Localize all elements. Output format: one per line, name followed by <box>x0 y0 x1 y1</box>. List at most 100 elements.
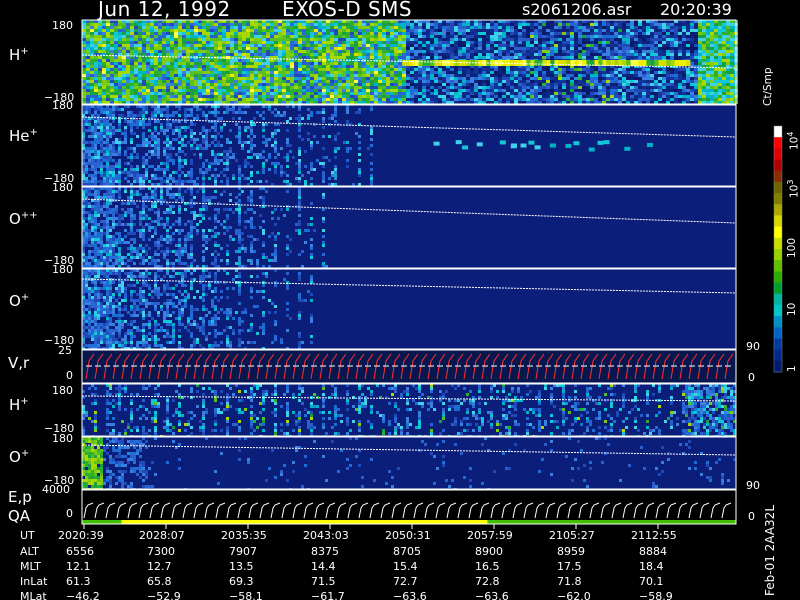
heat-cell <box>690 50 694 53</box>
heat-cell <box>226 98 230 101</box>
heat-cell <box>174 47 178 50</box>
heat-cell <box>486 23 490 26</box>
heat-cell <box>222 80 226 83</box>
heat-cell <box>202 50 206 53</box>
heat-cell <box>690 68 694 71</box>
heat-cell <box>106 65 110 68</box>
heat-cell <box>318 86 322 89</box>
heat-cell <box>134 68 138 71</box>
heat-cell <box>430 74 434 77</box>
heat-cell <box>710 71 714 74</box>
heat-cell <box>666 89 670 92</box>
heat-cell <box>478 26 482 29</box>
heat-cell <box>638 41 642 44</box>
heat-cell <box>502 89 506 92</box>
heat-cell <box>114 80 118 83</box>
heat-cell <box>710 74 714 77</box>
heat-cell <box>126 65 130 68</box>
heat-cell <box>478 47 482 50</box>
heat-cell <box>630 50 634 53</box>
heat-cell <box>274 71 278 74</box>
heat-cell <box>666 44 670 47</box>
heat-cell <box>670 26 674 29</box>
heat-cell <box>134 29 138 32</box>
heat-cell <box>330 41 334 44</box>
heat-cell <box>678 29 682 32</box>
heat-cell <box>526 53 530 56</box>
heat-cell <box>186 38 190 41</box>
heat-cell <box>662 92 666 95</box>
heat-cell <box>658 68 662 71</box>
heat-cell <box>578 56 582 59</box>
heat-cell <box>118 147 121 150</box>
heat-cell <box>426 32 430 35</box>
heat-cell <box>97 138 100 141</box>
heat-cell <box>506 80 510 83</box>
heat-cell <box>438 56 442 59</box>
heat-cell <box>330 80 334 83</box>
heat-cell <box>130 38 134 41</box>
heat-cell <box>538 35 542 38</box>
heat-cell <box>402 44 406 47</box>
heat-cell <box>642 80 646 83</box>
heat-cell <box>198 65 202 68</box>
heat-cell <box>346 80 350 83</box>
heat-cell <box>606 77 610 80</box>
heat-cell <box>634 98 638 101</box>
heat-cell <box>94 123 97 126</box>
heat-cell <box>170 29 174 32</box>
heat-cell <box>434 92 438 95</box>
heat-cell <box>115 177 118 180</box>
heat-cell <box>390 95 394 98</box>
heat-cell <box>122 59 126 62</box>
heat-cell <box>566 74 570 77</box>
heat-cell <box>366 38 370 41</box>
heat-cell <box>406 32 410 35</box>
heat-cell <box>198 80 202 83</box>
heat-cell <box>710 59 714 62</box>
heat-cell <box>298 23 302 26</box>
heat-cell <box>134 23 138 26</box>
heat-cell <box>366 32 370 35</box>
heat-cell <box>714 56 718 59</box>
heat-cell <box>142 98 146 101</box>
heat-cell <box>582 98 586 101</box>
heat-cell <box>122 38 126 41</box>
heat-cell <box>86 74 90 77</box>
heat-cell <box>210 89 214 92</box>
heat-cell <box>326 86 330 89</box>
heat-cell <box>542 41 546 44</box>
heat-cell <box>714 68 718 71</box>
heat-cell <box>642 74 646 77</box>
heat-cell <box>138 44 142 47</box>
heat-cell <box>100 126 103 129</box>
heat-cell <box>450 47 454 50</box>
heat-cell <box>690 92 694 95</box>
heat-cell <box>662 50 666 53</box>
heat-cell <box>470 86 474 89</box>
heat-cell <box>666 41 670 44</box>
heat-cell <box>254 38 258 41</box>
heat-cell <box>710 50 714 53</box>
heat-cell <box>186 41 190 44</box>
heat-cell <box>638 71 642 74</box>
heat-cell <box>146 98 150 101</box>
heat-cell <box>574 23 578 26</box>
heat-cell <box>570 74 574 77</box>
heat-cell <box>706 32 710 35</box>
heat-cell <box>106 144 109 147</box>
heat-cell <box>366 98 370 101</box>
heat-cell <box>614 98 618 101</box>
heat-cell <box>574 47 578 50</box>
heat-cell <box>422 29 426 32</box>
heat-cell <box>590 44 594 47</box>
heat-cell <box>538 98 542 101</box>
heat-cell <box>426 86 430 89</box>
heat-cell <box>314 74 318 77</box>
heat-cell <box>594 92 598 95</box>
heat-cell <box>142 80 146 83</box>
heat-cell <box>626 80 630 83</box>
heat-cell <box>714 59 718 62</box>
heat-cell <box>574 89 578 92</box>
heat-cell <box>302 95 306 98</box>
